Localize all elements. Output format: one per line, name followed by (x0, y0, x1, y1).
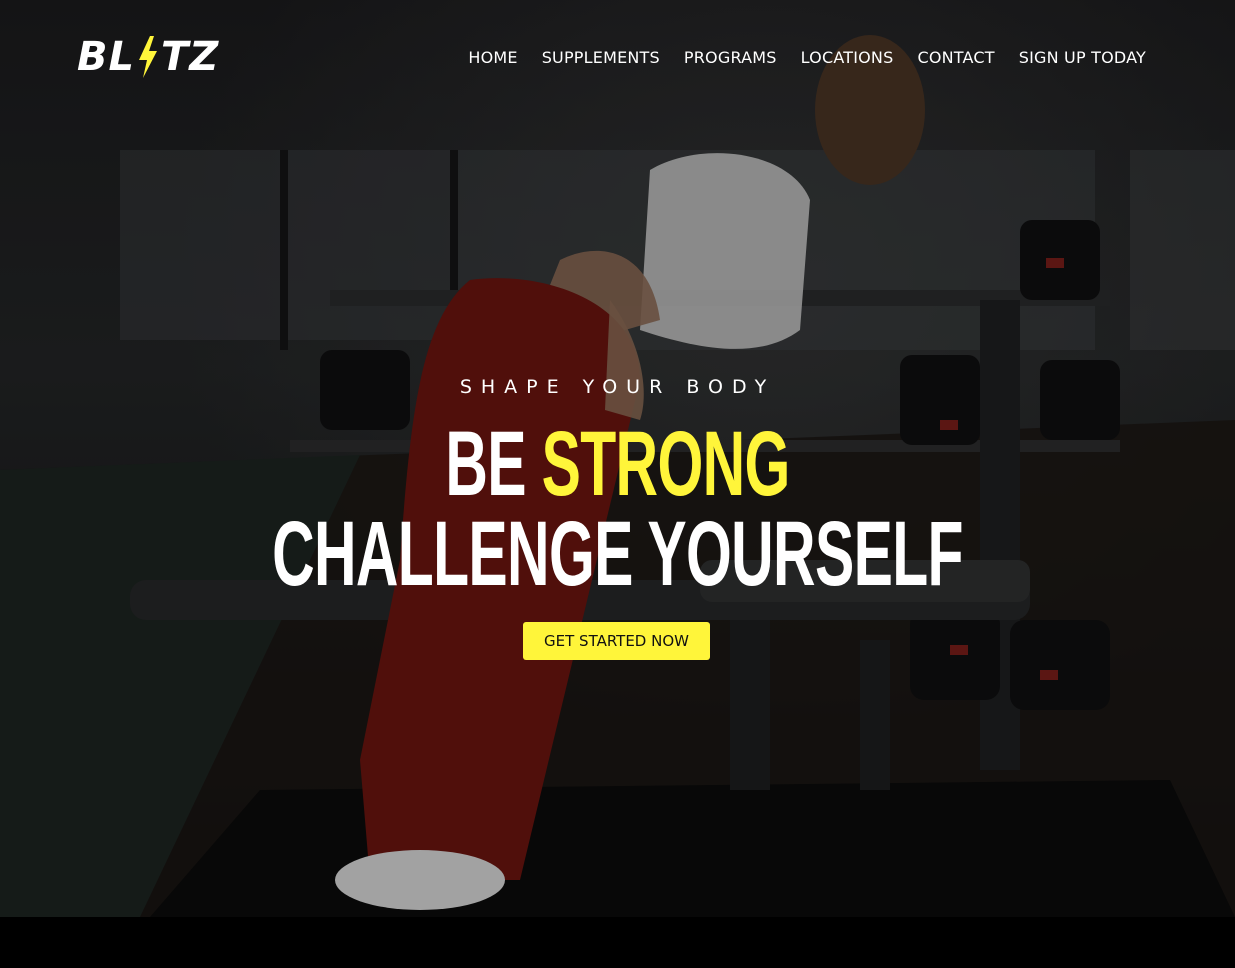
brand-logo[interactable]: BL TZ (77, 34, 220, 80)
headline-highlight: STRONG (541, 413, 791, 515)
nav-item-supplements[interactable]: SUPPLEMENTS (542, 48, 660, 67)
logo-text-left: BL (77, 34, 135, 80)
main-nav: HOME SUPPLEMENTS PROGRAMS LOCATIONS CONT… (468, 48, 1146, 67)
logo-text-right: TZ (160, 34, 220, 80)
nav-item-sign-up[interactable]: SIGN UP TODAY (1019, 48, 1146, 67)
nav-item-programs[interactable]: PROGRAMS (684, 48, 777, 67)
nav-item-locations[interactable]: LOCATIONS (801, 48, 894, 67)
nav-item-home[interactable]: HOME (468, 48, 517, 67)
headline-prefix: BE (445, 413, 526, 515)
lightning-bolt-icon (138, 36, 157, 78)
hero-kicker: SHAPE YOUR BODY (459, 376, 776, 398)
hero-headline-line1: BE STRONG (222, 418, 1012, 510)
nav-item-contact[interactable]: CONTACT (917, 48, 994, 67)
page-bottom-bar (0, 917, 1235, 968)
hero-headline-line2: CHALLENGE YOURSELF (272, 503, 963, 605)
hero-section: BL TZ HOME SUPPLEMENTS PROGRAMS LOCATION… (0, 0, 1235, 917)
get-started-button[interactable]: GET STARTED NOW (523, 622, 710, 660)
